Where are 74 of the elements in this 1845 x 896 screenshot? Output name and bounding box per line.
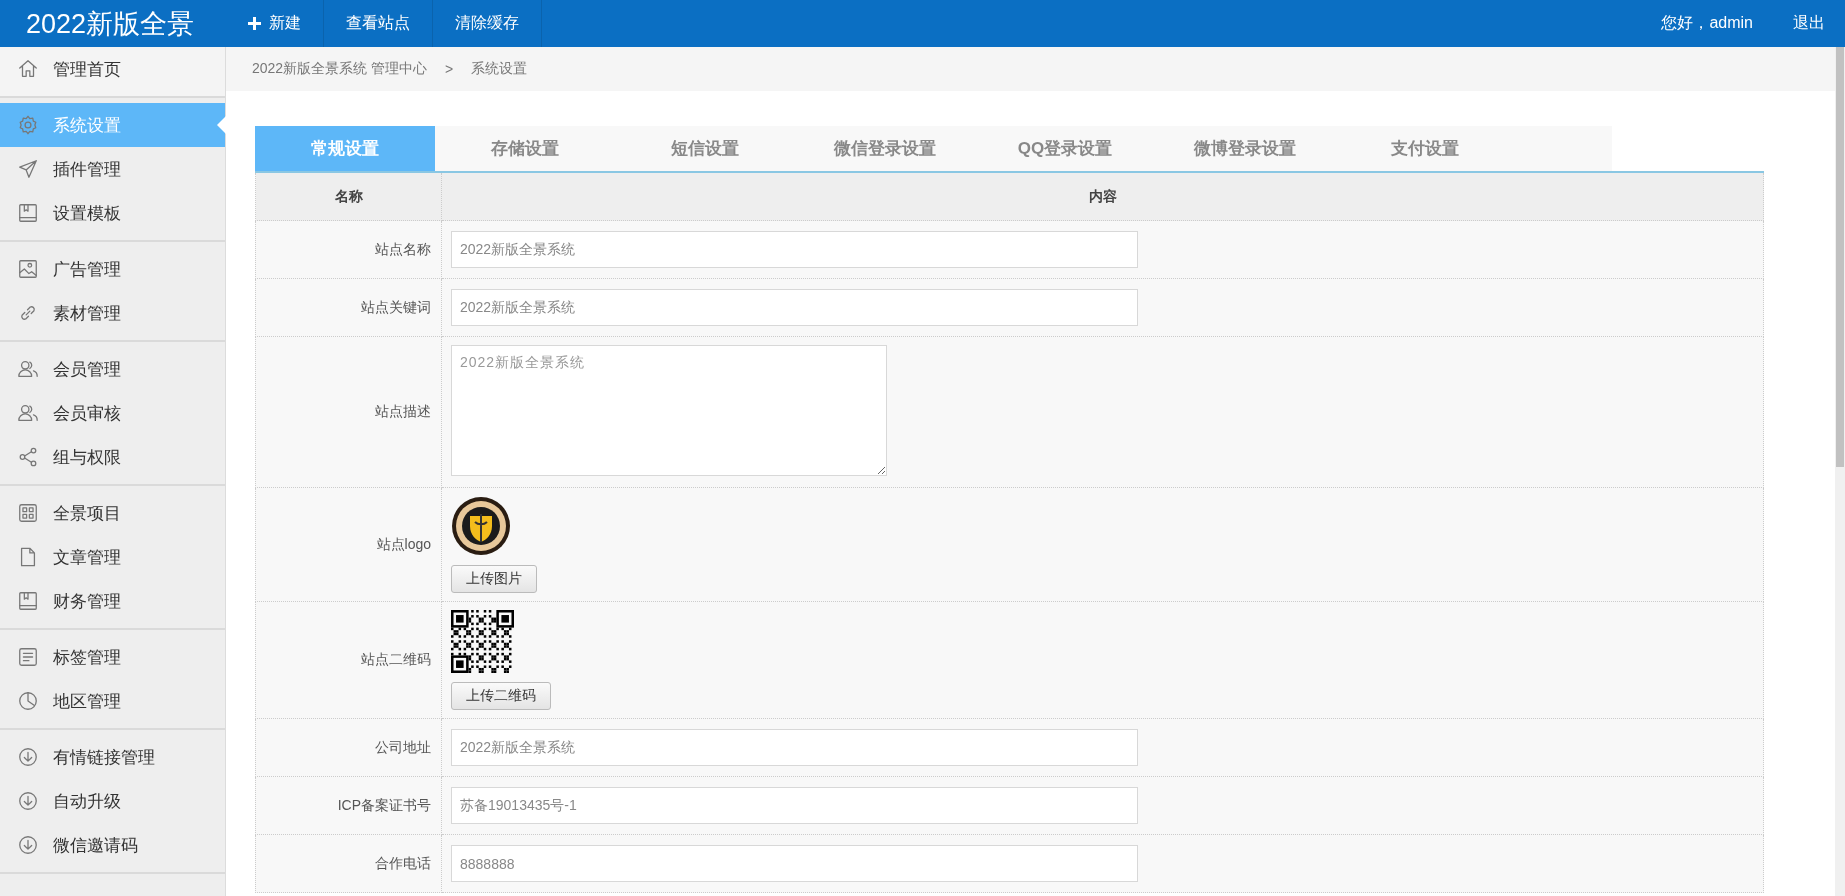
sidebar-label: 组与权限 — [53, 446, 121, 469]
field-label: 站点名称 — [255, 220, 442, 279]
sidebar-item[interactable]: 设置模板 — [0, 191, 225, 235]
breadcrumb-text: > — [445, 61, 454, 77]
sidebar-label: 财务管理 — [53, 590, 121, 613]
breadcrumb-text: 2022新版全景系统 管理中心 — [252, 60, 428, 78]
sidebar-label: 会员审核 — [53, 402, 121, 425]
sidebar-item[interactable]: 组与权限 — [0, 435, 225, 479]
field-label: 站点描述 — [255, 336, 442, 488]
field-label: 站点二维码 — [255, 601, 442, 719]
sidebar-item[interactable]: 广告管理 — [0, 247, 225, 291]
field-label: 合作电话 — [255, 834, 442, 893]
field-label: ICP备案证书号 — [255, 776, 442, 835]
brand-title: 2022新版全景 — [26, 7, 195, 41]
logout-link[interactable]: 退出 — [1793, 13, 1825, 34]
text-field[interactable]: 苏备19013435号-1 — [451, 787, 1138, 824]
field-label: 站点logo — [255, 487, 442, 602]
sidebar-label: 素材管理 — [53, 302, 121, 325]
sidebar-item[interactable]: 插件管理 — [0, 147, 225, 191]
sidebar-label: 微信邀请码 — [53, 834, 138, 857]
sidebar-label: 插件管理 — [53, 158, 121, 181]
column-header: 名称 — [255, 172, 442, 221]
sidebar-item[interactable]: 全景项目 — [0, 491, 225, 535]
users-icon — [17, 358, 39, 380]
sidebar-item[interactable]: 会员审核 — [0, 391, 225, 435]
sidebar-item[interactable]: 地区管理 — [0, 679, 225, 723]
sidebar-item[interactable]: 财务管理 — [0, 579, 225, 623]
field-label: 公司地址 — [255, 718, 442, 777]
text-field[interactable]: 8888888 — [451, 845, 1138, 882]
download-icon — [17, 834, 39, 856]
home-icon — [17, 58, 39, 80]
field-label: 站点关键词 — [255, 278, 442, 337]
download-icon — [17, 746, 39, 768]
download-icon — [17, 790, 39, 812]
logo-image — [451, 496, 511, 556]
book-icon — [17, 590, 39, 612]
picture-icon — [17, 258, 39, 280]
sidebar-item[interactable]: 标签管理 — [0, 635, 225, 679]
sidebar-label: 会员管理 — [53, 358, 121, 381]
sidebar-label: 广告管理 — [53, 258, 121, 281]
list-icon — [17, 646, 39, 668]
sidebar-label: 标签管理 — [53, 646, 121, 669]
upload-button[interactable]: 上传二维码 — [451, 682, 551, 710]
upload-button[interactable]: 上传图片 — [451, 565, 537, 593]
text-field[interactable]: 2022新版全景系统 — [451, 231, 1138, 268]
settings-icon — [17, 114, 39, 136]
text-field[interactable]: 2022新版全景系统 — [451, 729, 1138, 766]
sidebar-item[interactable]: 会员管理 — [0, 347, 225, 391]
sidebar-label: 管理首页 — [53, 58, 121, 81]
sidebar-label: 有情链接管理 — [53, 746, 155, 769]
breadcrumb-text: 系统设置 — [471, 60, 528, 78]
sidebar-label: 系统设置 — [53, 114, 121, 137]
sidebar-label: 设置模板 — [53, 202, 121, 225]
pie-chart-icon — [17, 690, 39, 712]
sidebar-label: 地区管理 — [53, 690, 121, 713]
sidebar-label: 全景项目 — [53, 502, 121, 525]
paper-plane-icon — [17, 158, 39, 180]
sidebar-label: 自动升级 — [53, 790, 121, 813]
share-icon — [17, 446, 39, 468]
text-field[interactable]: 2022新版全景系统 — [451, 289, 1138, 326]
sidebar-item[interactable]: 微信邀请码 — [0, 823, 225, 867]
sidebar-item[interactable]: 有情链接管理 — [0, 735, 225, 779]
sidebar-label: 文章管理 — [53, 546, 121, 569]
plus-icon — [248, 17, 261, 30]
column-header: 内容 — [441, 172, 1764, 221]
sidebar-item[interactable]: 自动升级 — [0, 779, 225, 823]
sidebar-item[interactable]: 素材管理 — [0, 291, 225, 335]
scrollbar[interactable] — [1835, 47, 1845, 896]
qr-code-drawing — [451, 610, 514, 673]
sidebar-item[interactable]: 文章管理 — [0, 535, 225, 579]
book-icon — [17, 202, 39, 224]
users-icon — [17, 402, 39, 424]
grid-icon — [17, 502, 39, 524]
greeting-text: 您好，admin — [1661, 13, 1753, 33]
